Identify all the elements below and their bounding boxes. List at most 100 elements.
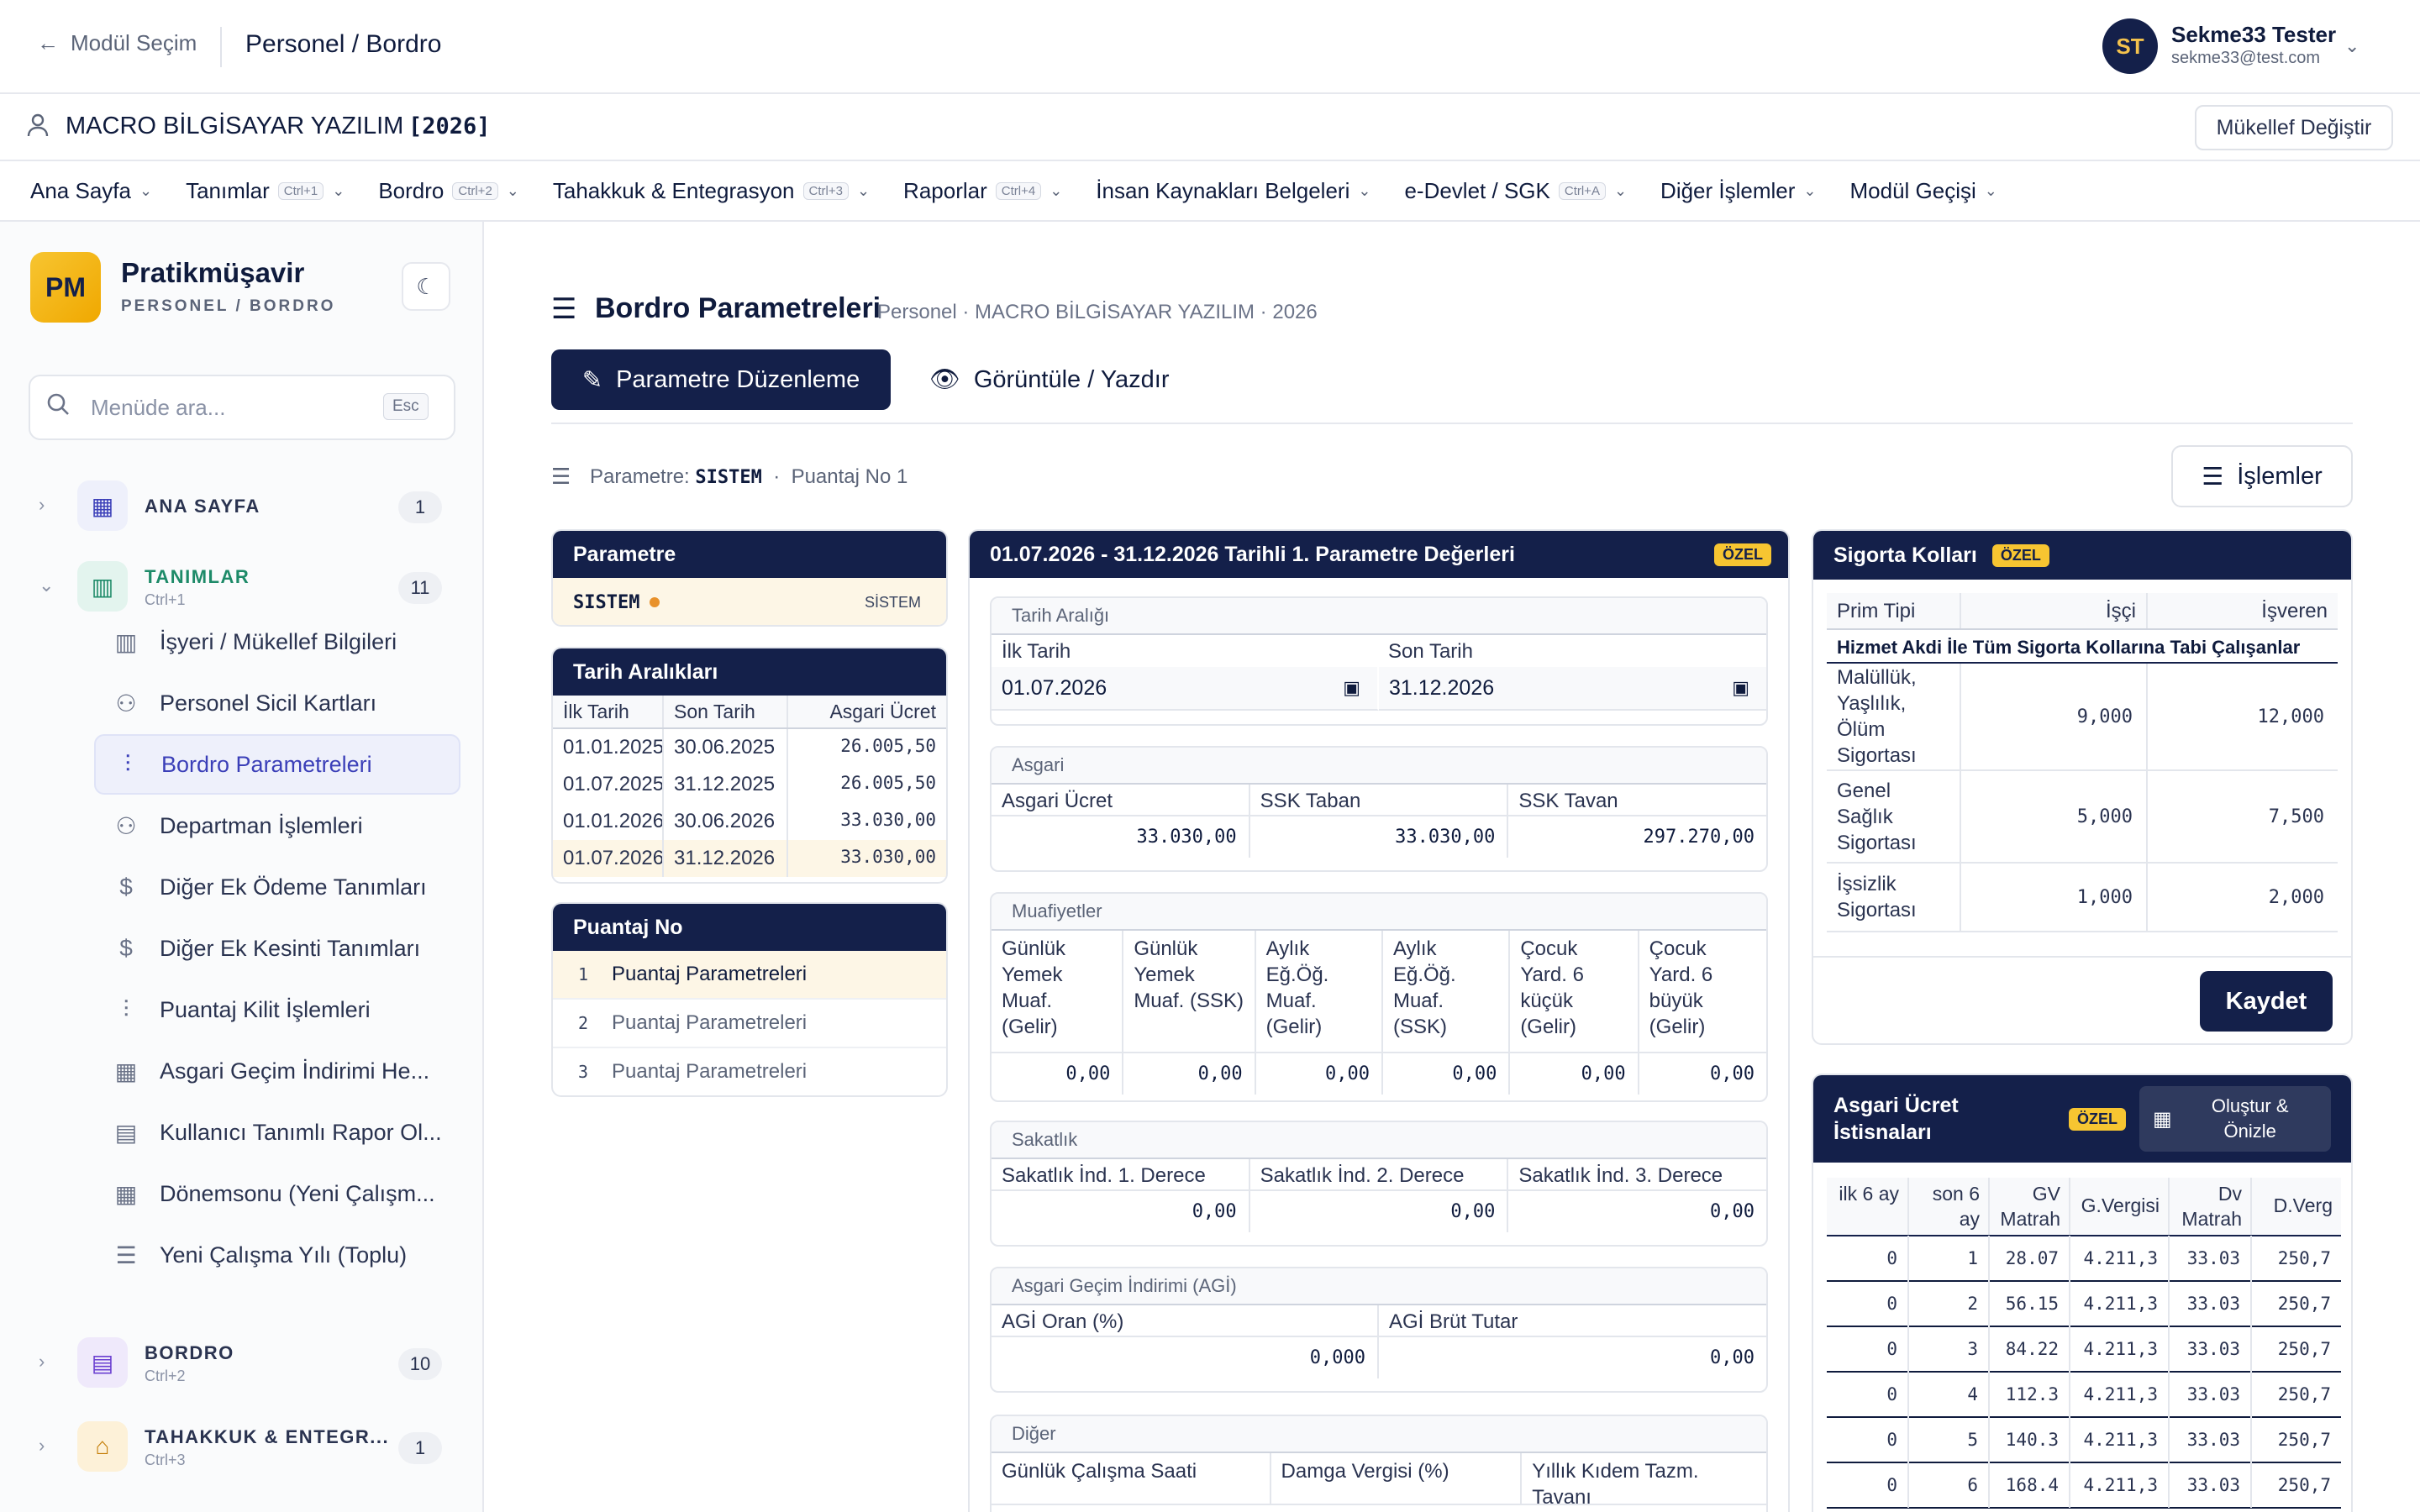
chevron-down-icon[interactable]: ⌄ <box>2344 35 2360 57</box>
menu-item-2[interactable]: Bordro Ctrl+2 ⌄ <box>378 178 519 204</box>
group-shortcut: Ctrl+2 <box>145 1368 186 1384</box>
group-count: 11 <box>398 572 442 604</box>
menu-item-6[interactable]: e-Devlet / SGK Ctrl+A ⌄ <box>1404 178 1627 204</box>
dark-mode-toggle[interactable]: ☾ <box>402 262 450 311</box>
user-name[interactable]: Sekme33 Tester <box>2171 22 2336 48</box>
parameter-row[interactable]: SISTEM SİSTEM <box>553 578 946 625</box>
value-input[interactable]: 0,00 <box>1508 1191 1766 1232</box>
menu-item-7[interactable]: Diğer İşlemler ⌄ <box>1660 178 1816 204</box>
sidebar-item-10[interactable]: ☰ Yeni Çalışma Yılı (Toplu) <box>94 1225 460 1285</box>
table-cell: 30.06.2025 <box>664 729 788 766</box>
sliders-icon: ⫶ <box>123 995 129 1022</box>
value-input[interactable]: 0,00 <box>1639 1053 1766 1095</box>
table-cell: 26.005,50 <box>840 773 936 793</box>
sidebar-item-4[interactable]: $ Diğer Ek Ödeme Tanımları <box>94 857 460 917</box>
value-input[interactable]: 33.030,00 <box>992 816 1250 858</box>
sidebar-item-5[interactable]: $ Diğer Ek Kesinti Tanımları <box>94 918 460 979</box>
table-row[interactable]: 0 1 28.07 4.211,3 33.03 250,7 <box>1827 1236 2341 1282</box>
value-input[interactable]: 0,00 <box>1250 1191 1509 1232</box>
sidebar-group-1[interactable]: ⌄ ▥ TANIMLAR Ctrl+1 11 <box>0 561 484 615</box>
table-cell: 112.3 <box>1990 1372 2070 1417</box>
value-input[interactable]: 0,000 <box>992 1337 1379 1378</box>
puantaj-card: Puantaj No 1 Puantaj Parametreleri 2 Puanta… <box>551 902 948 1097</box>
menu-item-3[interactable]: Tahakkuk & Entegrasyon Ctrl+3 ⌄ <box>553 178 870 204</box>
field-labels: Günlük Yemek Muaf. (Gelir) Günlük Yemek M… <box>992 931 1766 1053</box>
calendar-icon[interactable]: ▣ <box>1343 677 1360 699</box>
column-header: Son Tarih <box>664 696 788 727</box>
card-title: Tarih Aralıkları <box>553 648 946 696</box>
table-cell: 33.030,00 <box>840 810 936 830</box>
menu-item-8[interactable]: Modül Geçişi ⌄ <box>1850 178 1997 204</box>
moon-icon: ☾ <box>416 273 436 299</box>
tab-goruntule-yazdir[interactable]: 👁 Görüntüle / Yazdır <box>929 349 1170 410</box>
value-input[interactable]: 0,00 <box>992 1053 1124 1095</box>
list-item[interactable]: 1 Puantaj Parametreleri <box>553 951 946 1000</box>
table-cell: 4.211,3 <box>2070 1462 2170 1508</box>
table-row[interactable]: 0 2 56.15 4.211,3 33.03 250,7 <box>1827 1281 2341 1327</box>
value-input[interactable]: 0,00 <box>1379 1337 1766 1378</box>
table-cell: 31.12.2026 <box>664 840 788 877</box>
field-labels: İlk Tarih Son Tarih <box>1002 640 1473 663</box>
list-item[interactable]: 2 Puantaj Parametreleri <box>553 1000 946 1048</box>
table-row[interactable]: 01.01.2025 30.06.2025 26.005,50 <box>553 729 946 766</box>
users-icon: ⚇ <box>115 690 137 717</box>
table-row[interactable]: 0 6 168.4 4.211,3 33.03 250,7 <box>1827 1462 2341 1509</box>
table-row[interactable]: 0 5 140.3 4.211,3 33.03 250,7 <box>1827 1417 2341 1463</box>
table-cell: 01.07.2026 <box>553 840 664 877</box>
menu-item-0[interactable]: Ana Sayfa ⌄ <box>30 178 152 204</box>
chevron-icon: ⌄ <box>39 575 55 596</box>
value-input[interactable]: 0,00 <box>1123 1053 1256 1095</box>
table-row[interactable]: İşsizlik Sigortası 1,000 2,000 <box>1827 864 2338 932</box>
table-row[interactable]: 01.07.2026 31.12.2026 33.030,00 <box>553 840 946 877</box>
operations-button[interactable]: ☰ İşlemler <box>2171 445 2353 507</box>
section-title: Sakatlık <box>992 1122 1766 1159</box>
table-cell: 250,7 <box>2277 1339 2331 1359</box>
date-input[interactable]: 01.07.2026 ▣ <box>992 667 1379 711</box>
date-input[interactable]: 31.12.2026 ▣ <box>1379 667 1766 711</box>
menu-item-4[interactable]: Raporlar Ctrl+4 ⌄ <box>903 178 1062 204</box>
sidebar-item-0[interactable]: ▥ İşyeri / Mükellef Bilgileri <box>94 612 460 672</box>
value-input[interactable]: 0,00 <box>1256 1053 1383 1095</box>
tab-parametre-duzenleme[interactable]: ✎ Parametre Düzenleme <box>551 349 891 410</box>
save-button[interactable]: Kaydet <box>2200 971 2333 1032</box>
sidebar-group-2[interactable]: › ▤ BORDRO Ctrl+2 10 <box>0 1337 484 1391</box>
table-cell: 140.3 <box>1990 1417 2070 1462</box>
value-input[interactable]: 0,00 <box>1510 1053 1639 1095</box>
table-row[interactable]: 0 3 84.22 4.211,3 33.03 250,7 <box>1827 1326 2341 1373</box>
section-asgari: Asgari Asgari Ücret SSK Taban SSK Tavan 33.0… <box>990 746 1768 872</box>
table-row[interactable]: Genel Sağlık Sigortası 5,000 7,500 <box>1827 771 2338 864</box>
value-input[interactable]: 0,00 <box>1383 1053 1511 1095</box>
table-row[interactable]: 01.07.2025 31.12.2025 26.005,50 <box>553 766 946 803</box>
value-input[interactable]: 297.270,00 <box>1508 816 1766 858</box>
list-item[interactable]: 3 Puantaj Parametreleri <box>553 1048 946 1095</box>
table-row[interactable]: Malüllük, Yaşlılık, Ölüm Sigortası 9,000 1… <box>1827 664 2338 771</box>
sidebar-item-2[interactable]: ⫶ Bordro Parametreleri <box>94 734 460 795</box>
calendar-icon[interactable]: ▣ <box>1732 677 1749 699</box>
back-to-module-link[interactable]: ← Modül Seçim <box>37 30 197 56</box>
group-count: 1 <box>398 1432 442 1464</box>
sidebar-item-8[interactable]: ▤ Kullanıcı Tanımlı Rapor Ol... <box>94 1102 460 1163</box>
sidebar-item-7[interactable]: ▦ Asgari Geçim İndirimi He... <box>94 1041 460 1101</box>
menu-item-5[interactable]: İnsan Kaynakları Belgeleri ⌄ <box>1096 178 1370 204</box>
file-icon: ▤ <box>114 1119 138 1146</box>
table-cell: 4.211,3 <box>2070 1281 2170 1326</box>
table-row[interactable]: 01.01.2026 30.06.2026 33.030,00 <box>553 803 946 840</box>
create-preview-button[interactable]: ▦ Oluştur & Önizle <box>2139 1086 2331 1152</box>
sidebar-item-3[interactable]: ⚇ Departman İşlemleri <box>94 795 460 856</box>
sidebar-group-0[interactable]: › ▦ ANA SAYFA 1 <box>0 480 484 534</box>
table-row[interactable]: 0 4 112.3 4.211,3 33.03 250,7 <box>1827 1372 2341 1418</box>
card-title: Parametre <box>553 531 946 578</box>
avatar[interactable]: ST <box>2102 18 2158 74</box>
value-input[interactable]: 0,00 <box>992 1191 1250 1232</box>
menu-item-1[interactable]: Tanımlar Ctrl+1 ⌄ <box>186 178 345 204</box>
table-cell: 5 <box>1909 1417 1990 1462</box>
change-taxpayer-button[interactable]: Mükellef Değiştir <box>2195 105 2393 150</box>
sidebar-item-6[interactable]: ⫶ Puantaj Kilit İşlemleri <box>94 979 460 1040</box>
sidebar-group-3[interactable]: › ⌂ TAHAKKUK & ENTEGR... Ctrl+3 1 <box>0 1421 484 1475</box>
chevron-down-icon: ⌄ <box>1358 181 1371 199</box>
sidebar-item-1[interactable]: ⚇ Personel Sicil Kartları <box>94 673 460 733</box>
sidebar-item-9[interactable]: ▦ Dönemsonu (Yeni Çalışm... <box>94 1163 460 1224</box>
section-title: Asgari <box>992 748 1766 785</box>
value-input[interactable]: 33.030,00 <box>1250 816 1509 858</box>
brand-name: Pratikmüşavir <box>121 257 305 288</box>
